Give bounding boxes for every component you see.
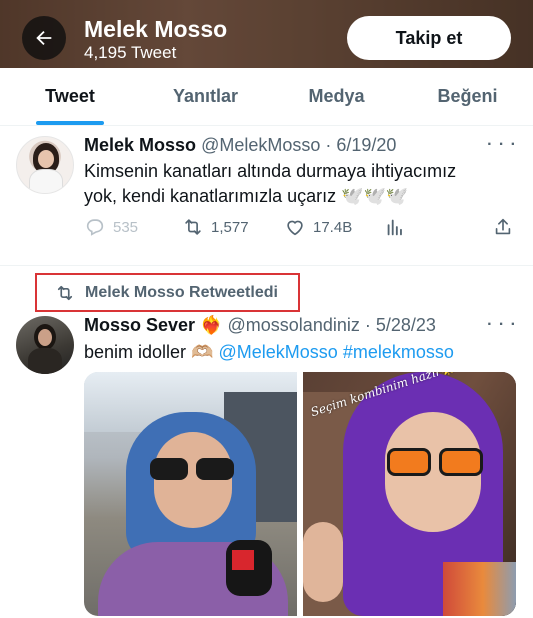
more-icon[interactable]: · · ·: [487, 136, 517, 154]
back-button[interactable]: [22, 16, 66, 60]
share-button[interactable]: [492, 216, 514, 238]
profile-tabs: Tweet Yanıtlar Medya Beğeni: [0, 68, 533, 126]
tweet-text: Kimsenin kanatları altında durmaya ihtiy…: [84, 159, 514, 209]
header-title: Melek Mosso 4,195 Tweet: [84, 16, 227, 63]
mention-link[interactable]: @MelekMosso: [218, 342, 337, 362]
tab-replies[interactable]: Yanıtlar: [140, 68, 271, 125]
tweet-photo[interactable]: [84, 372, 297, 616]
profile-name: Melek Mosso: [84, 16, 228, 42]
arrow-left-icon: [36, 30, 52, 46]
avatar[interactable]: [16, 136, 74, 194]
heart-icon: [287, 220, 303, 236]
tweet-count: 4,195 Tweet: [84, 43, 177, 62]
tab-likes[interactable]: Beğeni: [402, 68, 533, 125]
retweet-count: 1,577: [211, 218, 249, 236]
retweet-icon: [57, 285, 73, 300]
heart-fire-emoji: ❤️‍🔥: [200, 315, 223, 335]
author-name[interactable]: Melek Mosso: [84, 135, 196, 155]
hashtag-link[interactable]: #melekmosso: [343, 342, 454, 362]
retweeted-by-label[interactable]: Melek Mosso Retweetledi: [85, 284, 278, 302]
tweet-text-body: benim idoller 🫶🏼: [84, 342, 214, 362]
follow-button[interactable]: Takip et: [347, 16, 511, 60]
avatar[interactable]: [16, 316, 74, 374]
reply-count: 535: [113, 218, 139, 236]
like-count: 17.4B: [313, 218, 353, 236]
retweet-icon: [185, 219, 201, 235]
author-handle[interactable]: @MelekMosso: [201, 135, 320, 155]
author-handle[interactable]: @mossolandiniz: [228, 315, 360, 335]
tab-tweets[interactable]: Tweet: [0, 68, 140, 125]
tweet-text: benim idoller 🫶🏼 @MelekMosso #melekmosso: [84, 340, 454, 364]
tweet-actions: 535 1,577 17.4B: [84, 216, 514, 240]
tweet[interactable]: Melek Mosso @MelekMosso · 6/19/20 · · · …: [0, 126, 533, 266]
separator: ·: [320, 135, 337, 155]
tweet-date[interactable]: 6/19/20: [336, 135, 396, 155]
tweet-date[interactable]: 5/28/23: [376, 315, 436, 335]
views-button[interactable]: [384, 216, 406, 238]
reply-icon: [86, 219, 104, 236]
tab-media[interactable]: Medya: [271, 68, 402, 125]
tweet-header: Mosso Sever ❤️‍🔥 @mossolandiniz · 5/28/2…: [84, 314, 436, 336]
profile-header: Melek Mosso 4,195 Tweet Takip et: [0, 0, 533, 68]
analytics-icon: [387, 219, 402, 236]
tweet-text-line: Kimsenin kanatları altında durmaya ihtiy…: [84, 161, 457, 181]
tweet[interactable]: Melek Mosso Retweetledi Mosso Sever ❤️‍🔥…: [0, 266, 533, 618]
author-name[interactable]: Mosso Sever: [84, 315, 195, 335]
share-icon: [495, 218, 511, 235]
retweet-button[interactable]: 1,577: [182, 216, 249, 238]
like-button[interactable]: 17.4B: [284, 216, 352, 238]
tweet-photo[interactable]: Seçim kombinim hazır🌟: [303, 372, 516, 616]
separator: ·: [359, 315, 376, 335]
tweet-header: Melek Mosso @MelekMosso · 6/19/20: [84, 134, 396, 156]
tweet-text-line: yok, kendi kanatlarımızla uçarız 🕊️🕊️🕊️: [84, 186, 409, 206]
reply-button[interactable]: 535: [84, 216, 138, 238]
more-icon[interactable]: · · ·: [487, 316, 517, 334]
retweet-indicator: Melek Mosso Retweetledi: [35, 273, 300, 312]
